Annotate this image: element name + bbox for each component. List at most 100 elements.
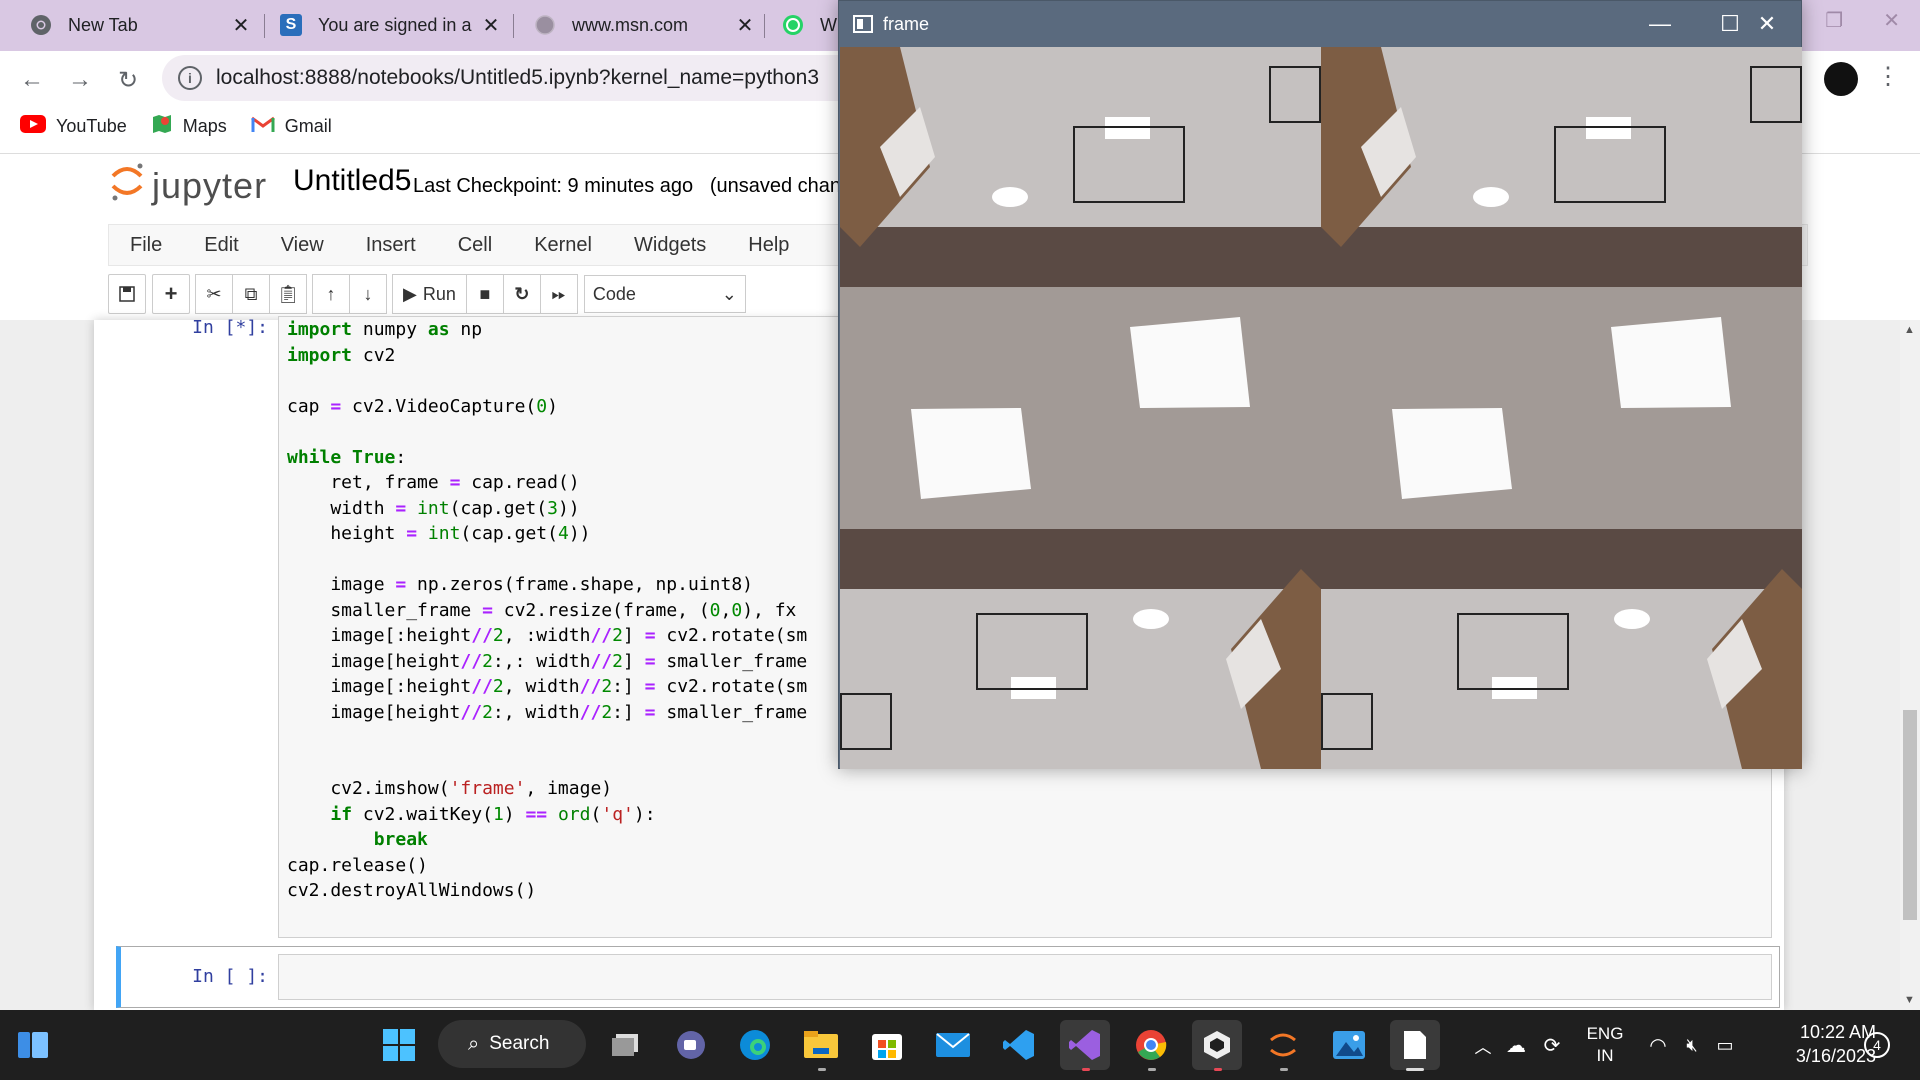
jupyter-logo-icon xyxy=(110,160,144,211)
jupyter-app-icon[interactable] xyxy=(1258,1020,1308,1070)
chevron-up-icon[interactable]: ︿ xyxy=(1468,1033,1498,1058)
photos-icon[interactable] xyxy=(1324,1020,1374,1070)
save-button[interactable] xyxy=(108,274,146,314)
frame-quadrant-top-right xyxy=(1321,47,1802,408)
paste-button[interactable]: 📋︎ xyxy=(269,274,307,314)
cut-button[interactable]: ✂ xyxy=(195,274,233,314)
system-tray: ︿ ☁ ⟳ ENG IN ◠ 🔇︎ ▭ xyxy=(1468,1010,1742,1080)
bookmark-gmail[interactable]: Gmail xyxy=(250,115,332,138)
jupyter-logo[interactable]: jupyter xyxy=(110,160,267,211)
move-up-button[interactable]: ↑ xyxy=(312,274,350,314)
run-button[interactable]: ▶ Run xyxy=(392,274,467,314)
minimize-icon[interactable]: — xyxy=(1625,1,1695,47)
menu-edit[interactable]: Edit xyxy=(183,234,259,257)
frame-quadrant-top-left xyxy=(840,47,1321,408)
scissors-icon: ✂ xyxy=(206,283,222,304)
widgets-icon[interactable] xyxy=(8,1020,58,1070)
chrome-icon[interactable] xyxy=(1126,1020,1176,1070)
tab-whatsapp[interactable]: Wh xyxy=(752,8,842,42)
input-language[interactable]: ENG IN xyxy=(1570,1023,1640,1067)
scroll-up-icon[interactable]: ▲ xyxy=(1904,324,1915,336)
menu-help[interactable]: Help xyxy=(727,234,810,257)
mail-icon[interactable] xyxy=(928,1020,978,1070)
clock-time: 10:22 AM xyxy=(1799,1022,1876,1042)
menu-kernel[interactable]: Kernel xyxy=(513,234,613,257)
run-label: Run xyxy=(422,283,456,304)
copy-button[interactable]: ⧉ xyxy=(232,274,270,314)
tab-new-tab[interactable]: New Tab ✕ xyxy=(0,8,262,42)
task-view-icon[interactable] xyxy=(600,1020,650,1070)
tab-msn[interactable]: www.msn.com ✕ xyxy=(504,8,766,42)
restart-run-all-button[interactable]: ⏩︎ xyxy=(539,274,578,314)
vscode-icon[interactable] xyxy=(994,1020,1044,1070)
empty-code-cell-editor[interactable] xyxy=(278,954,1772,1000)
tab-title: www.msn.com xyxy=(572,14,689,35)
teams-chat-icon[interactable] xyxy=(666,1020,716,1070)
clock[interactable]: 10:22 AM 3/16/2023 xyxy=(1776,1020,1876,1068)
clock-date: 3/16/2023 xyxy=(1795,1046,1876,1066)
scrollbar-thumb[interactable] xyxy=(1903,710,1917,920)
wifi-icon[interactable]: ◠ xyxy=(1640,1033,1676,1058)
edge-icon[interactable] xyxy=(730,1020,780,1070)
bookmark-label: Maps xyxy=(182,115,227,136)
running-indicator xyxy=(1214,1068,1222,1071)
cell-type-select[interactable]: Code ⌄ xyxy=(583,275,746,313)
notebook-name[interactable]: Untitled5 xyxy=(293,164,411,198)
speaker-muted-icon[interactable]: 🔇︎ xyxy=(1676,1035,1708,1056)
menu-widgets[interactable]: Widgets xyxy=(613,234,727,257)
move-down-button[interactable]: ↓ xyxy=(349,274,387,314)
url-text: localhost:8888/notebooks/Untitled5.ipynb… xyxy=(216,66,820,89)
bookmark-youtube[interactable]: YouTube xyxy=(20,114,127,138)
visual-studio-icon[interactable] xyxy=(1060,1020,1110,1070)
menu-cell[interactable]: Cell xyxy=(437,234,513,257)
start-icon[interactable] xyxy=(374,1020,424,1070)
notebook-toolbar: + ✂ ⧉ 📋︎ ↑ ↓ ▶ Run ■ ↻ ⏩︎ Code ⌄ xyxy=(108,274,746,316)
bookmark-label: YouTube xyxy=(56,115,127,136)
onedrive-icon[interactable]: ☁ xyxy=(1498,1033,1534,1058)
insert-cell-button[interactable]: + xyxy=(152,274,190,314)
checkpoint-text: Last Checkpoint: 9 minutes ago xyxy=(413,175,694,197)
more-menu-icon[interactable]: ⋮ xyxy=(1876,62,1900,91)
notepad-icon[interactable] xyxy=(1390,1020,1440,1070)
reload-icon[interactable]: ↻ xyxy=(110,62,146,98)
checkpoint-status: Last Checkpoint: 9 minutes ago (unsaved … xyxy=(413,175,852,198)
close-icon[interactable]: ✕ xyxy=(1883,8,1900,33)
scroll-down-icon[interactable]: ▼ xyxy=(1904,994,1915,1006)
tab-signed-in[interactable]: S You are signed in a ✕ xyxy=(250,8,512,42)
battery-icon[interactable]: ▭ xyxy=(1708,1035,1742,1056)
info-icon[interactable]: i xyxy=(178,66,202,90)
running-indicator xyxy=(1082,1068,1090,1071)
sync-icon[interactable]: ⟳ xyxy=(1534,1033,1570,1058)
menu-file[interactable]: File xyxy=(109,234,183,257)
page-scrollbar[interactable]: ▲ ▼ xyxy=(1900,320,1920,1010)
plus-icon: + xyxy=(164,281,178,306)
globe-icon xyxy=(534,14,556,36)
frame-window[interactable]: frame — ☐ ✕ xyxy=(838,0,1802,769)
s-app-icon: S xyxy=(280,14,302,36)
close-icon[interactable]: ✕ xyxy=(478,12,504,38)
forward-icon[interactable]: → xyxy=(62,62,98,98)
restore-icon[interactable]: ❐ xyxy=(1825,8,1843,33)
fast-forward-icon: ⏩︎ xyxy=(551,283,567,304)
back-icon[interactable]: ← xyxy=(14,62,50,98)
frame-quadrant-bottom-left xyxy=(840,408,1321,769)
file-explorer-icon[interactable] xyxy=(796,1020,846,1070)
interrupt-button[interactable]: ■ xyxy=(465,274,504,314)
microsoft-store-icon[interactable] xyxy=(862,1020,912,1070)
running-indicator xyxy=(1406,1068,1424,1071)
profile-avatar[interactable] xyxy=(1824,62,1858,96)
close-icon[interactable]: ✕ xyxy=(1731,1,1803,47)
bookmark-maps[interactable]: Maps xyxy=(151,113,227,140)
taskbar-search[interactable]: ⌕ Search xyxy=(438,1020,586,1068)
notification-badge[interactable]: 4 xyxy=(1864,1032,1890,1058)
copy-icon: ⧉ xyxy=(244,283,258,304)
menu-insert[interactable]: Insert xyxy=(345,234,437,257)
stop-icon: ■ xyxy=(479,283,491,304)
cell-type-value: Code xyxy=(592,283,636,304)
running-indicator xyxy=(1280,1068,1288,1071)
arrow-up-icon: ↑ xyxy=(326,283,336,304)
code-source: import numpy as np import cv2 cap = cv2.… xyxy=(287,319,808,901)
restart-button[interactable]: ↻ xyxy=(502,274,541,314)
menu-view[interactable]: View xyxy=(260,234,345,257)
unity-icon[interactable] xyxy=(1192,1020,1242,1070)
